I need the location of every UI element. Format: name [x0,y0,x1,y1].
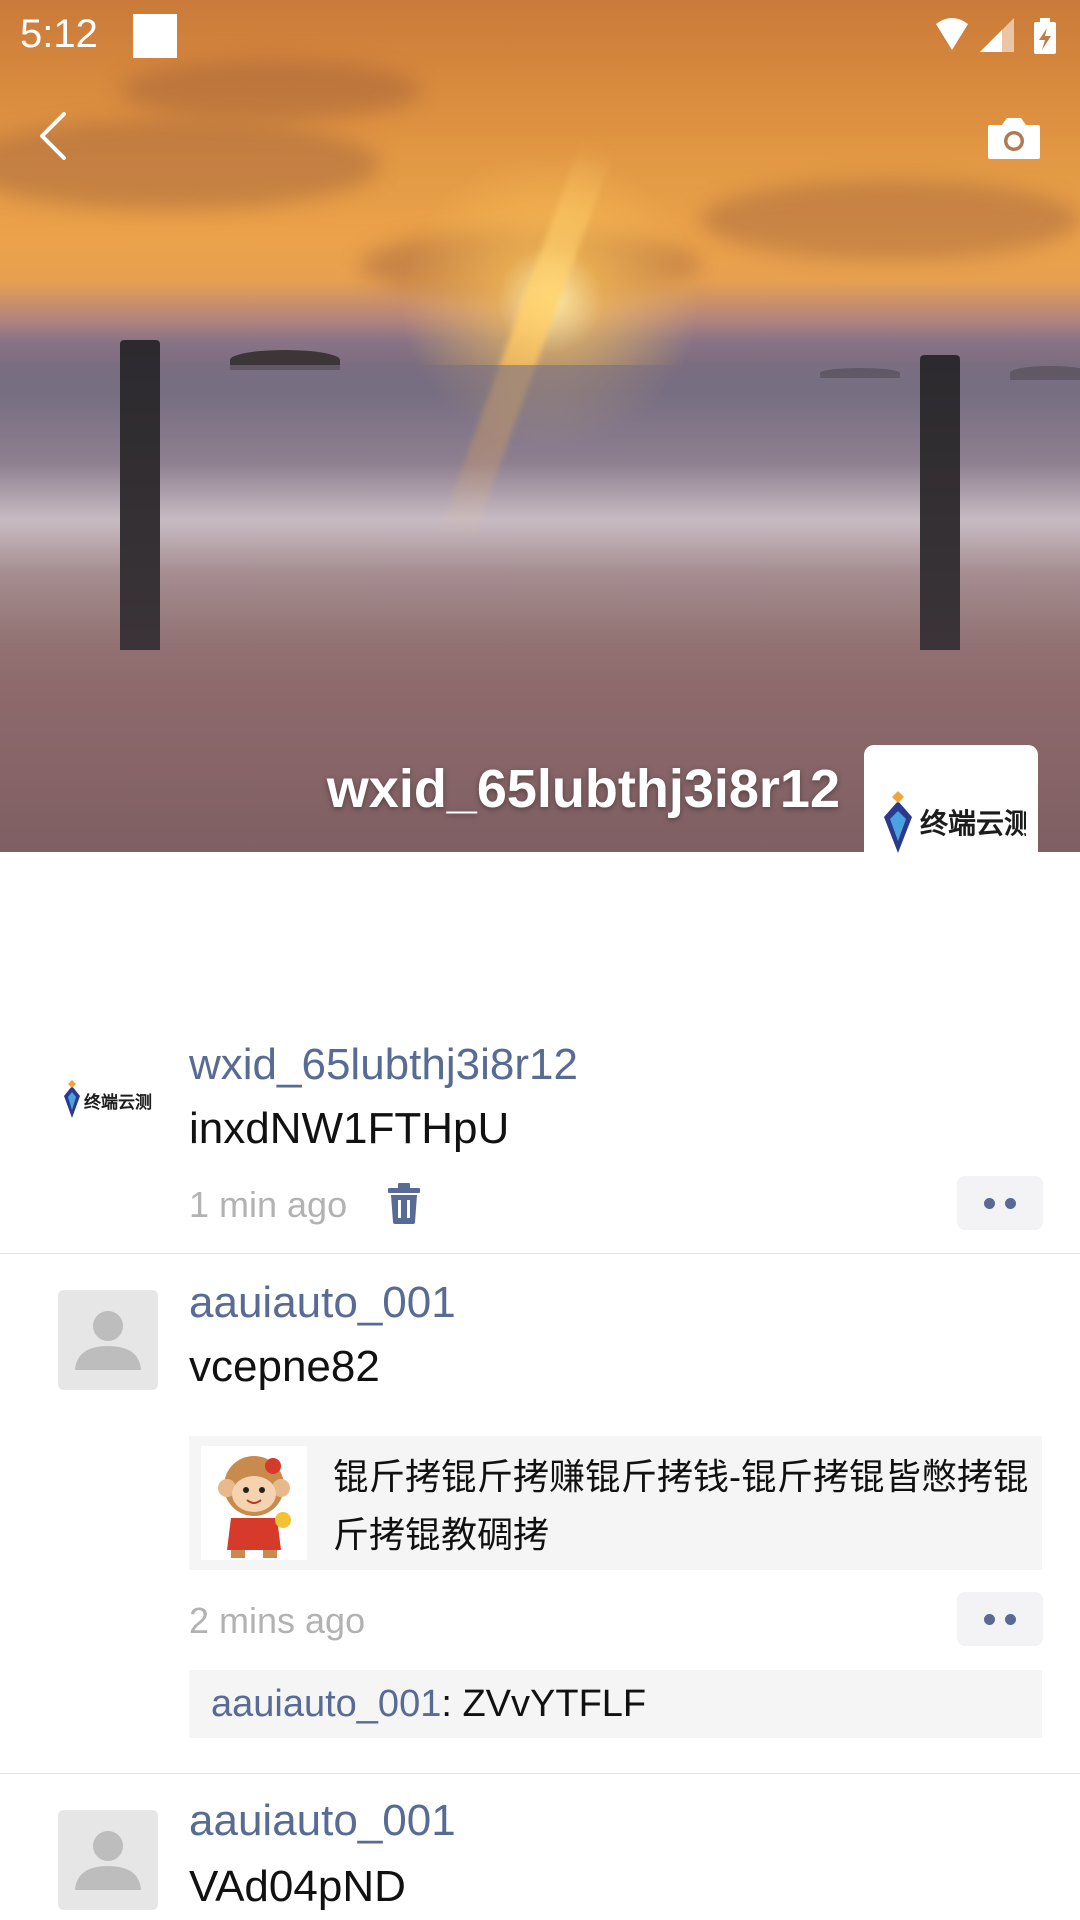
link-thumbnail [201,1446,307,1560]
signal-icon [980,18,1014,52]
post-content: inxdNW1FTHpU [189,1104,510,1153]
dot [1005,1197,1016,1209]
profile-avatar[interactable]: 终端云测 [864,745,1038,919]
moment-post: aauiauto_001 vcepne82 锟斤拷锟斤拷赚锟斤拷钱-锟斤拷锟皆憋… [0,1254,1080,1774]
more-actions-button[interactable] [957,1592,1043,1646]
wifi-icon [936,18,968,50]
link-title: 锟斤拷锟斤拷赚锟斤拷钱-锟斤拷锟皆憋拷锟斤拷锟教碉拷 [333,1456,1029,1555]
status-time: 5:12 [20,12,98,56]
app-logo: 终端云测 [884,791,1026,853]
wooden-post [120,340,160,650]
post-time: 1 min ago [189,1184,348,1225]
person-icon [75,1311,141,1370]
dot [1005,1613,1016,1625]
status-bar: 5:12 [0,0,1080,72]
avatar[interactable]: 终端云测 [58,1052,158,1152]
post-content: vcepne82 [189,1342,380,1391]
wooden-post [920,355,960,650]
dot [984,1613,995,1625]
camera-icon [988,118,1040,159]
sea [0,365,1080,645]
delete-icon[interactable] [386,1182,422,1226]
comment[interactable]: aauiauto_001: ZVvYTFLF [189,1670,1042,1738]
dot [984,1197,995,1209]
post-time: 2 mins ago [189,1600,366,1641]
svg-text:终端云测: 终端云测 [920,807,1026,840]
post-author[interactable]: wxid_65lubthj3i8r12 [189,1040,578,1090]
post-content: VAd04pND [189,1862,406,1911]
profile-name[interactable]: wxid_65lubthj3i8r12 [327,758,840,820]
more-actions-button[interactable] [957,1176,1043,1230]
person-icon [75,1831,141,1890]
cover-image[interactable] [0,0,1080,852]
comment-separator: : [441,1683,463,1725]
svg-text:终端云测: 终端云测 [84,1092,152,1113]
post-author[interactable]: aauiauto_001 [189,1278,456,1328]
moment-post: 终端云测 wxid_65lubthj3i8r12 inxdNW1FTHpU 1 … [0,1020,1080,1254]
shared-link-card[interactable]: 锟斤拷锟斤拷赚锟斤拷钱-锟斤拷锟皆憋拷锟斤拷锟教碉拷 [189,1436,1042,1570]
status-icons [922,16,1062,56]
comment-author[interactable]: aauiauto_001 [211,1683,441,1725]
avatar[interactable] [58,1810,158,1910]
comment-text: ZVvYTFLF [462,1683,647,1725]
back-button[interactable] [22,100,86,172]
post-author[interactable]: aauiauto_001 [189,1796,456,1846]
monkey-sticker-icon [218,1456,291,1558]
app-logo: 终端云测 [64,1080,152,1118]
camera-button[interactable] [978,106,1050,170]
chevron-left-icon [40,112,66,160]
notification-icon [133,14,177,58]
battery-icon [1034,18,1056,54]
moment-post: aauiauto_001 VAd04pND [0,1774,1080,1920]
avatar[interactable] [58,1290,158,1390]
